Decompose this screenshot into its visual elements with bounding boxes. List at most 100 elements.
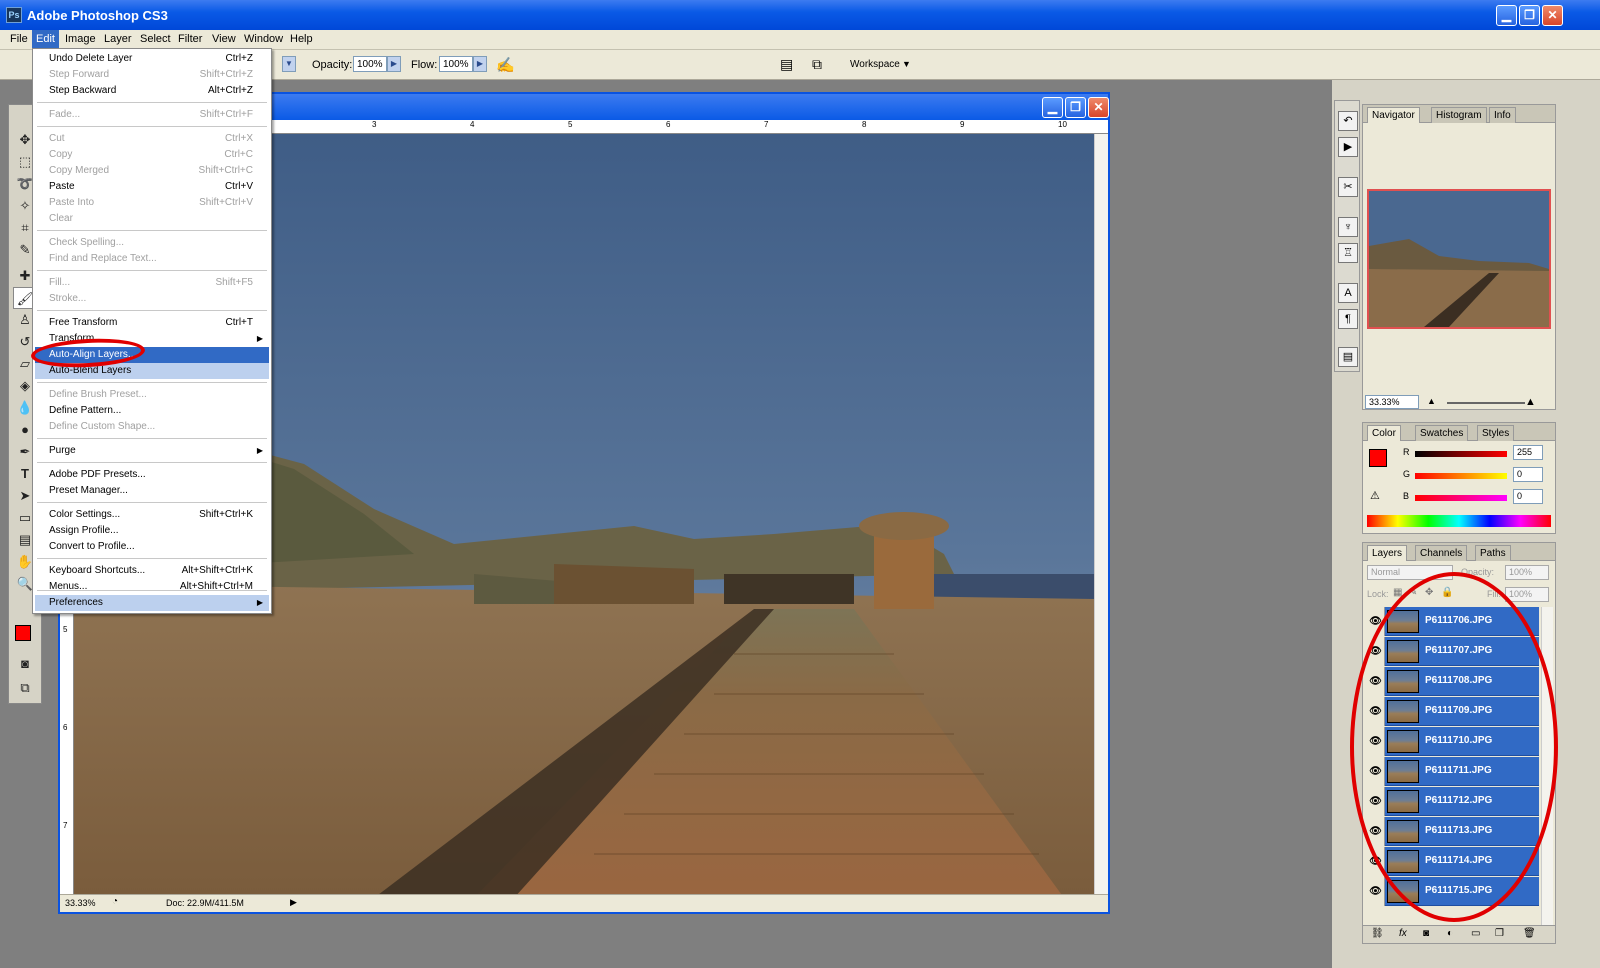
adjustment-layer-icon[interactable]: ◐ bbox=[1447, 928, 1453, 939]
foreground-color-swatch[interactable] bbox=[15, 625, 31, 641]
menu-item-label: Color Settings... bbox=[49, 509, 121, 520]
doc-minimize-button[interactable]: ▁ bbox=[1042, 97, 1063, 118]
vertical-scrollbar[interactable] bbox=[1094, 134, 1108, 894]
color-panel: Color Swatches Styles ⚠ R 255 G 0 B 0 bbox=[1362, 422, 1556, 534]
zoom-in-icon[interactable]: ▲ bbox=[1525, 396, 1536, 408]
menu-item-preset-manager[interactable]: Preset Manager... bbox=[35, 483, 269, 499]
foreground-color[interactable] bbox=[1369, 449, 1387, 467]
tab-navigator[interactable]: Navigator bbox=[1367, 107, 1420, 123]
menu-separator bbox=[37, 382, 267, 383]
workspace-arrow-icon[interactable]: ▼ bbox=[902, 59, 911, 69]
ruler-tick-label: 5 bbox=[63, 625, 68, 634]
blue-slider[interactable] bbox=[1415, 495, 1507, 501]
blue-label: B bbox=[1403, 491, 1410, 501]
close-button[interactable]: ✕ bbox=[1542, 5, 1563, 26]
tab-color[interactable]: Color bbox=[1367, 425, 1401, 441]
navigator-zoom-input[interactable]: 33.33% bbox=[1365, 395, 1419, 409]
tab-swatches[interactable]: Swatches bbox=[1415, 425, 1469, 441]
zoom-out-icon[interactable]: ▲ bbox=[1427, 396, 1436, 406]
menu-item-step-backward[interactable]: Step Backward Alt+Ctrl+Z bbox=[35, 83, 269, 99]
opacity-input[interactable]: 100% bbox=[353, 56, 387, 72]
brush-dropdown-arrow[interactable]: ▼ bbox=[282, 56, 296, 72]
link-layers-icon[interactable]: ⛓ bbox=[1371, 928, 1384, 939]
quick-mask-icon[interactable]: ◙ bbox=[13, 653, 37, 675]
menu-item-menus[interactable]: Menus... Alt+Shift+Ctrl+M bbox=[35, 579, 269, 595]
fill-input[interactable]: 100% bbox=[1505, 587, 1549, 602]
menu-item-define-pattern[interactable]: Define Pattern... bbox=[35, 403, 269, 419]
maximize-button[interactable]: ❐ bbox=[1519, 5, 1540, 26]
menu-separator bbox=[37, 102, 267, 103]
menu-item-assign-profile[interactable]: Assign Profile... bbox=[35, 523, 269, 539]
menu-window[interactable]: Window bbox=[244, 33, 283, 45]
red-slider[interactable] bbox=[1415, 451, 1507, 457]
new-layer-icon[interactable]: ❐ bbox=[1495, 928, 1504, 939]
layer-opacity-input[interactable]: 100% bbox=[1505, 565, 1549, 580]
navigator-preview[interactable] bbox=[1367, 189, 1551, 329]
tab-histogram[interactable]: Histogram bbox=[1431, 107, 1487, 123]
zoom-level[interactable]: 33.33% bbox=[65, 898, 96, 908]
menu-select[interactable]: Select bbox=[140, 33, 171, 45]
menu-item-purge[interactable]: Purge ▶ bbox=[35, 443, 269, 459]
menu-help[interactable]: Help bbox=[290, 33, 313, 45]
color-spectrum-bar[interactable] bbox=[1367, 515, 1551, 527]
ruler-tick-label: 7 bbox=[764, 120, 769, 129]
flow-slider-arrow[interactable]: ▶ bbox=[473, 56, 487, 72]
doc-maximize-button[interactable]: ❐ bbox=[1065, 97, 1086, 118]
green-slider[interactable] bbox=[1415, 473, 1507, 479]
menu-item-free-transform[interactable]: Free Transform Ctrl+T bbox=[35, 315, 269, 331]
actions-panel-icon[interactable]: ▶ bbox=[1338, 137, 1358, 157]
layer-visibility-eye-icon[interactable]: 👁 bbox=[1367, 877, 1385, 906]
red-input[interactable]: 255 bbox=[1513, 445, 1543, 460]
minimize-button[interactable]: ▁ bbox=[1496, 5, 1517, 26]
character-panel-icon[interactable]: A bbox=[1338, 283, 1358, 303]
screen-mode-icon[interactable]: ⧉ bbox=[13, 677, 37, 699]
paragraph-panel-icon[interactable]: ¶ bbox=[1338, 309, 1358, 329]
menu-image[interactable]: Image bbox=[65, 33, 96, 45]
layer-comps-icon[interactable]: ▤ bbox=[1338, 347, 1358, 367]
gamut-warning-icon[interactable]: ⚠ bbox=[1370, 489, 1380, 502]
tab-channels[interactable]: Channels bbox=[1415, 545, 1468, 561]
tab-info[interactable]: Info bbox=[1489, 107, 1516, 123]
green-input[interactable]: 0 bbox=[1513, 467, 1543, 482]
menu-item-preferences[interactable]: Preferences ▶ bbox=[35, 595, 269, 611]
menu-item-label: Copy bbox=[49, 149, 73, 160]
layer-style-icon[interactable]: fx bbox=[1399, 928, 1407, 939]
menu-edit[interactable]: Edit bbox=[32, 30, 59, 49]
palette-icon[interactable]: ▤ bbox=[780, 56, 793, 73]
menu-item-paste[interactable]: Paste Ctrl+V bbox=[35, 179, 269, 195]
menu-view[interactable]: View bbox=[212, 33, 236, 45]
status-info-icon[interactable]: ◔ bbox=[112, 896, 118, 907]
bridge-icon[interactable]: ⧉ bbox=[812, 56, 822, 73]
tool-presets-icon[interactable]: ✂ bbox=[1338, 177, 1358, 197]
tab-paths[interactable]: Paths bbox=[1475, 545, 1511, 561]
new-group-icon[interactable]: ▭ bbox=[1471, 928, 1480, 939]
delete-layer-icon[interactable]: 🗑 bbox=[1523, 928, 1536, 939]
tab-layers[interactable]: Layers bbox=[1367, 545, 1408, 561]
status-menu-arrow-icon[interactable]: ▶ bbox=[290, 897, 297, 908]
menu-layer[interactable]: Layer bbox=[104, 33, 132, 45]
navigator-zoom-slider[interactable] bbox=[1447, 402, 1525, 404]
flow-input[interactable]: 100% bbox=[439, 56, 473, 72]
menu-item-label: Keyboard Shortcuts... bbox=[49, 565, 146, 576]
airbrush-icon[interactable]: ✍ bbox=[496, 56, 515, 74]
menu-item-color-settings[interactable]: Color Settings... Shift+Ctrl+K bbox=[35, 507, 269, 523]
menu-item-undo-delete-layer[interactable]: Undo Delete Layer Ctrl+Z bbox=[35, 51, 269, 67]
menu-item-label: Step Backward bbox=[49, 85, 117, 96]
menu-item-adobe-pdf-presets[interactable]: Adobe PDF Presets... bbox=[35, 467, 269, 483]
workspace-button[interactable]: Workspace bbox=[850, 59, 900, 70]
layer-mask-icon[interactable]: ◙ bbox=[1423, 928, 1429, 939]
doc-close-button[interactable]: ✕ bbox=[1088, 97, 1109, 118]
menu-item-convert-to-profile[interactable]: Convert to Profile... bbox=[35, 539, 269, 555]
clone-source-icon[interactable]: ♖ bbox=[1338, 243, 1358, 263]
ruler-tick-label: 6 bbox=[666, 120, 671, 129]
brushes-panel-icon[interactable]: ♆ bbox=[1338, 217, 1358, 237]
tab-styles[interactable]: Styles bbox=[1477, 425, 1515, 441]
menu-item-shortcut: Alt+Ctrl+Z bbox=[207, 85, 253, 96]
menu-item-keyboard-shortcuts[interactable]: Keyboard Shortcuts... Alt+Shift+Ctrl+K bbox=[35, 563, 269, 579]
opacity-slider-arrow[interactable]: ▶ bbox=[387, 56, 401, 72]
menu-file[interactable]: File bbox=[10, 33, 28, 45]
menu-separator bbox=[37, 502, 267, 503]
menu-filter[interactable]: Filter bbox=[178, 33, 202, 45]
blue-input[interactable]: 0 bbox=[1513, 489, 1543, 504]
history-panel-icon[interactable]: ↶ bbox=[1338, 111, 1358, 131]
